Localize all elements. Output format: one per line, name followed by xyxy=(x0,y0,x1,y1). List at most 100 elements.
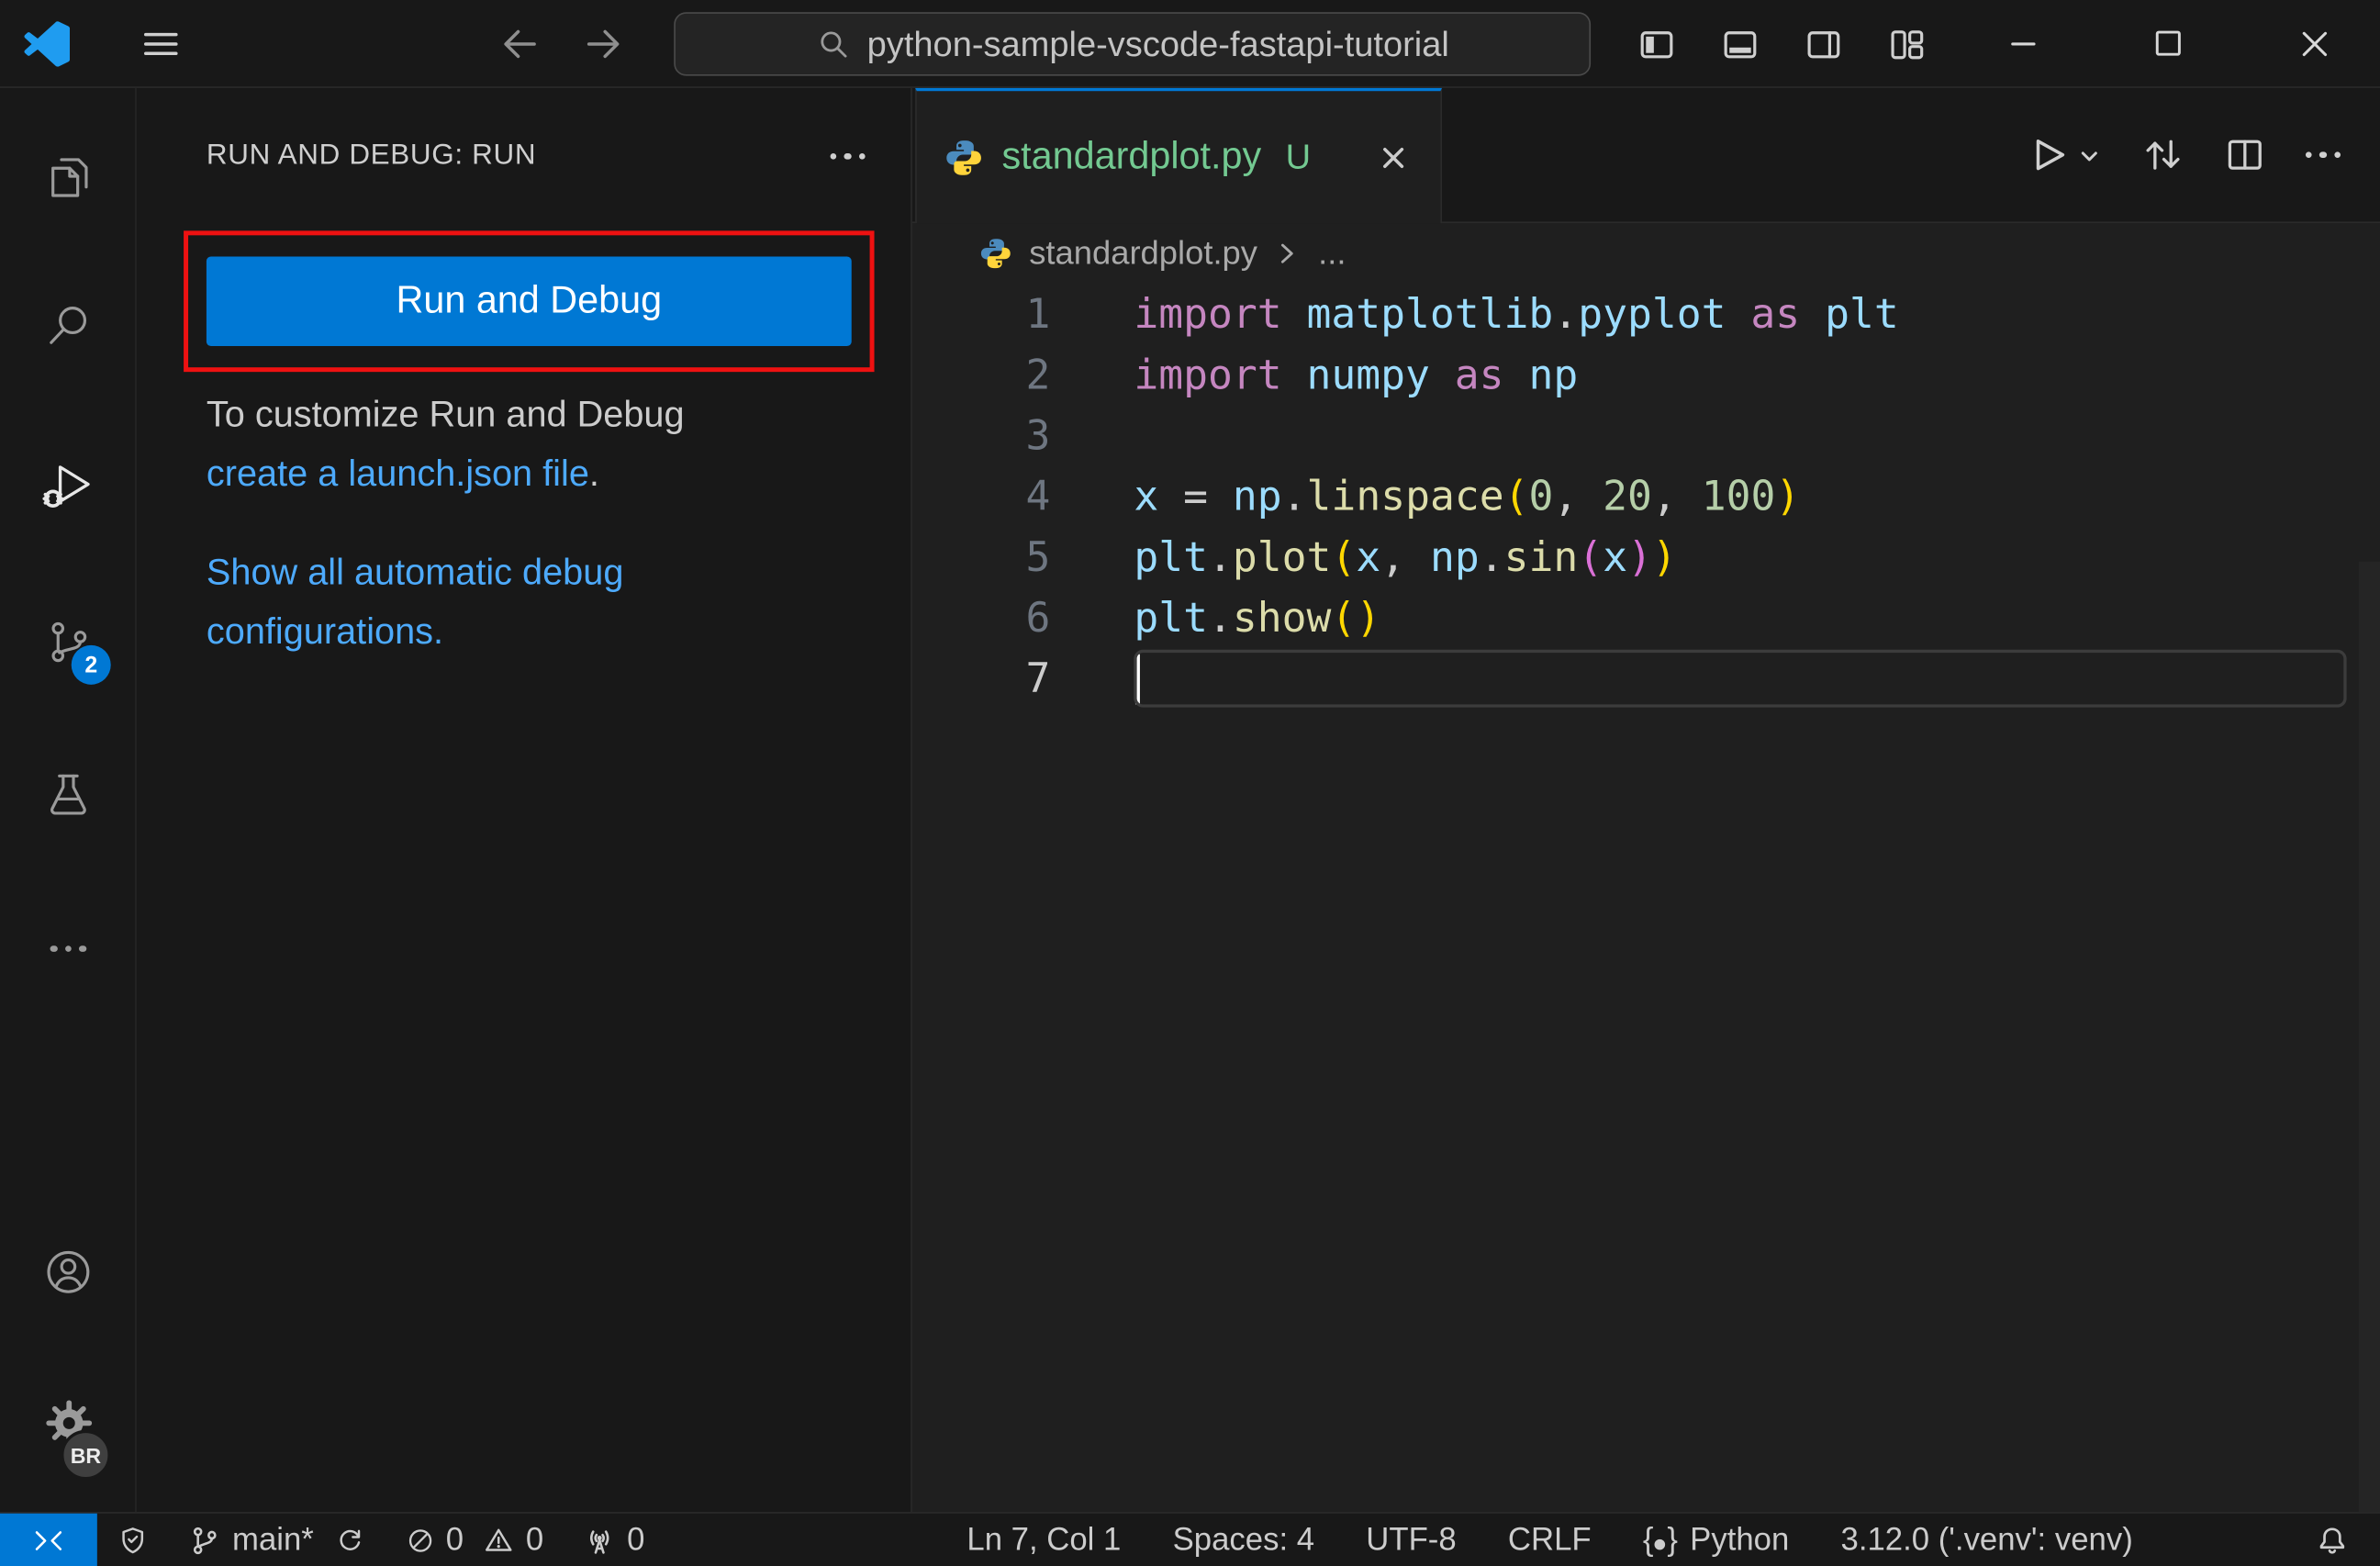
open-changes-button[interactable] xyxy=(2141,134,2184,176)
source-control-badge: 2 xyxy=(71,644,111,685)
chevron-down-icon[interactable] xyxy=(2075,142,2101,168)
play-icon xyxy=(2035,140,2064,171)
sidebar-run-and-debug: RUN AND DEBUG: RUN Run and Debug To cust… xyxy=(136,87,912,1513)
search-icon xyxy=(821,31,847,58)
line-number: 2 xyxy=(1025,351,1051,399)
code-area[interactable]: 1 import matplotlib. pyplot as plt 2 import … xyxy=(912,284,2380,1512)
split-editor-icon xyxy=(2227,140,2262,170)
activity-run-debug[interactable] xyxy=(0,442,137,527)
layout-sidebar-right-icon xyxy=(1806,30,1839,58)
eol-status[interactable]: CRLF xyxy=(1508,1522,1592,1559)
workspace-trust-button[interactable] xyxy=(97,1514,169,1566)
sidebar-more-actions-button[interactable] xyxy=(821,144,875,169)
command-center-search[interactable]: python-sample-vscode-fastapi-tutorial xyxy=(674,12,1592,76)
minimize-button[interactable] xyxy=(1988,0,2058,86)
editor-more-actions-button[interactable] xyxy=(2305,151,2341,159)
error-icon xyxy=(408,1528,431,1551)
code-line[interactable]: 6 plt. show() xyxy=(912,587,2380,648)
toggle-panel-button[interactable] xyxy=(1702,12,1778,75)
notifications-button[interactable] xyxy=(2298,1514,2365,1566)
menu-button[interactable] xyxy=(134,17,189,72)
profile-badge[interactable]: BR xyxy=(61,1429,111,1481)
tab-standardplot-py[interactable]: standardplot.py U xyxy=(915,87,1443,224)
warning-count: 0 xyxy=(525,1521,544,1557)
ports-status[interactable]: 0 xyxy=(564,1514,665,1566)
problems-status[interactable]: 0 0 xyxy=(385,1514,564,1566)
vscode-logo xyxy=(24,21,71,67)
activity-search[interactable] xyxy=(0,284,137,369)
activity-accounts[interactable] xyxy=(0,1229,137,1314)
beaker-icon xyxy=(50,774,86,815)
maximize-icon xyxy=(2154,30,2181,56)
code-line[interactable]: 3 xyxy=(912,406,2380,466)
code-line[interactable]: 2 import numpy as np xyxy=(912,344,2380,405)
ellipsis-icon xyxy=(2305,151,2341,159)
activity-more-button[interactable] xyxy=(0,906,137,991)
customize-layout-icon xyxy=(1890,29,1923,59)
files-icon xyxy=(51,158,88,197)
run-python-file-button[interactable] xyxy=(2024,132,2101,178)
activity-source-control[interactable]: 2 xyxy=(0,599,137,685)
activity-explorer[interactable] xyxy=(0,135,137,220)
branch-label: main* xyxy=(232,1521,314,1557)
code-line[interactable]: 5 plt. plot(x, np. sin(x)) xyxy=(912,527,2380,587)
language-status[interactable]: {} Python xyxy=(1643,1522,1789,1559)
breadcrumbs: standardplot.py ... xyxy=(912,223,2380,284)
radio-tower-icon xyxy=(590,1529,609,1553)
python-file-icon xyxy=(979,237,1012,270)
open-changes-icon xyxy=(2145,140,2179,170)
tab-close-button[interactable] xyxy=(1374,138,1413,177)
arrow-left-icon xyxy=(504,29,536,59)
show-configs-text: Show all automatic debug configurations. xyxy=(207,543,862,662)
breadcrumb-more[interactable]: ... xyxy=(1318,234,1346,274)
tab-label: standardplot.py xyxy=(1001,135,1262,178)
layout-controls xyxy=(1618,12,1945,75)
python-interpreter-status[interactable]: 3.12.0 ('.venv': venv) xyxy=(1841,1522,2133,1559)
launch-json-link[interactable]: create a launch.json file xyxy=(207,453,589,495)
navigate-forward-button[interactable] xyxy=(576,17,631,72)
toggle-primary-sidebar-button[interactable] xyxy=(1618,12,1694,75)
shield-icon xyxy=(122,1527,144,1554)
maximize-button[interactable] xyxy=(2132,0,2202,86)
ellipsis-icon xyxy=(829,152,866,161)
code-line[interactable]: 7 xyxy=(912,648,2380,709)
cursor-position-status[interactable]: Ln 7, Col 1 xyxy=(967,1522,1121,1559)
code-line[interactable]: 1 import matplotlib. pyplot as plt xyxy=(912,284,2380,344)
code-text xyxy=(1050,648,1140,709)
customize-layout-button[interactable] xyxy=(1869,12,1945,75)
git-status-badge: U xyxy=(1285,136,1312,176)
activity-bar: 2 BR xyxy=(0,87,137,1513)
toggle-secondary-sidebar-button[interactable] xyxy=(1785,12,1861,75)
split-editor-button[interactable] xyxy=(2223,134,2265,176)
bell-icon xyxy=(2319,1527,2344,1554)
customize-hint-text: To customize Run and Debug create a laun… xyxy=(207,386,862,504)
editor-group: standardplot.py U standardplot.py ... 1 … xyxy=(911,87,2380,1513)
git-branch-icon xyxy=(193,1527,217,1554)
show-configs-link[interactable]: Show all automatic debug configurations. xyxy=(207,553,624,653)
activity-testing[interactable] xyxy=(0,752,137,837)
indentation-status[interactable]: Spaces: 4 xyxy=(1173,1522,1314,1559)
editor-scrollbar[interactable] xyxy=(2358,561,2380,1513)
breadcrumb-file[interactable]: standardplot.py xyxy=(1029,234,1257,274)
close-icon xyxy=(1383,147,1404,168)
encoding-status[interactable]: UTF-8 xyxy=(1366,1522,1456,1559)
line-number: 7 xyxy=(1025,654,1051,702)
run-and-debug-button[interactable]: Run and Debug xyxy=(206,256,852,347)
sidebar-header: RUN AND DEBUG: RUN xyxy=(207,130,875,182)
line-number: 5 xyxy=(1025,533,1051,581)
code-text: import matplotlib. pyplot as plt xyxy=(1134,290,1899,338)
close-window-button[interactable] xyxy=(2280,0,2350,86)
code-line[interactable]: 4 x = np. linspace(0, 20, 100) xyxy=(912,466,2380,527)
language-braces-icon: {} xyxy=(1642,1521,1678,1557)
sync-icon[interactable] xyxy=(333,1524,365,1556)
code-text: x = np. linspace(0, 20, 100) xyxy=(1134,473,1801,520)
branch-status[interactable]: main* xyxy=(169,1514,385,1566)
navigate-back-button[interactable] xyxy=(492,17,547,72)
remote-icon xyxy=(35,1530,62,1550)
account-icon xyxy=(47,1250,90,1293)
arrow-right-icon xyxy=(587,29,620,59)
remote-indicator[interactable] xyxy=(0,1513,97,1566)
text-cursor xyxy=(1134,653,1140,704)
line-number: 6 xyxy=(1025,594,1051,642)
